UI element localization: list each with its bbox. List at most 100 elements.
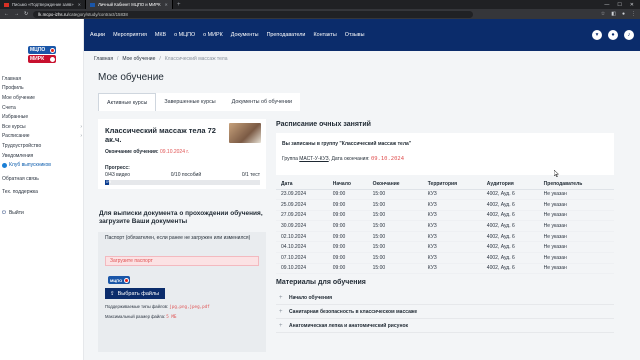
sidebar-item-label: Избранные xyxy=(2,114,29,121)
sidebar-item-label: Все курсы xyxy=(2,123,26,130)
menu-dots-icon[interactable]: ⋮ xyxy=(631,11,636,17)
sidebar-item-profile[interactable]: Профиль xyxy=(2,84,82,94)
breadcrumb-home[interactable]: Главная xyxy=(94,56,113,62)
end-date-label: Окончание обучения: xyxy=(105,149,159,155)
logout-button[interactable]: ⏻ Выйти xyxy=(2,210,24,216)
table-row: 02.10.2024 09:00 15:00 КУЗ 4002, Ауд. 6 Не ук… xyxy=(276,231,614,243)
nav-link-events[interactable]: Мероприятия xyxy=(113,32,147,38)
expand-icon: + xyxy=(279,308,283,315)
nav-link-about-mirk[interactable]: о МИРК xyxy=(203,32,223,38)
url-field[interactable]: lk.mcpo-izhs.ru /category/study/contract… xyxy=(33,10,474,18)
address-bar-row: ← → ↻ lk.mcpo-izhs.ru /category/study/co… xyxy=(0,9,640,19)
schedule-section: Расписание очных занятий Вы записаны в г… xyxy=(274,119,614,275)
browser-tab-title: Личный Кабинет МЦПО и МИРК xyxy=(98,2,161,7)
browser-toolbar: ☆ ◧ ● ⋮ xyxy=(601,11,636,17)
forward-icon[interactable]: → xyxy=(14,11,19,17)
profile-icon[interactable]: ● xyxy=(622,11,625,17)
choose-files-button[interactable]: ⇪ Выбрать файлы xyxy=(105,288,165,299)
logo-text: МЦПО xyxy=(110,277,123,283)
nav-link-promotions[interactable]: Акции xyxy=(90,32,105,38)
materials-item[interactable]: + Начало обучения xyxy=(276,291,614,305)
close-window-icon[interactable]: ✕ xyxy=(630,2,634,8)
nav-link-teachers[interactable]: Преподаватели xyxy=(267,32,306,38)
upload-icon: ⇪ xyxy=(110,290,115,297)
sidebar-item-favorites[interactable]: Избранные xyxy=(2,112,82,122)
nav-link-about-mcpo[interactable]: о МЦПО xyxy=(174,32,195,38)
sidebar: МЦПО МИРК Главная Профиль Мое обучение С… xyxy=(0,19,84,360)
table-cell: Не указан xyxy=(538,220,614,232)
table-cell: 23.09.2024 xyxy=(276,189,328,201)
extensions-icon[interactable]: ◧ xyxy=(611,11,616,17)
sidebar-item-my-learning[interactable]: Мое обучение xyxy=(2,93,82,103)
minimize-icon[interactable]: — xyxy=(604,2,609,8)
materials-heading: Материалы для обучения xyxy=(276,279,366,286)
breadcrumb-my-learning[interactable]: Мое обучение xyxy=(122,56,155,62)
sidebar-item-home[interactable]: Главная xyxy=(2,74,82,84)
bookmark-star-icon[interactable]: ☆ xyxy=(601,11,605,17)
tab-completed-courses[interactable]: Завершенные курсы xyxy=(156,93,223,111)
table-cell: 09:00 xyxy=(327,231,368,243)
table-cell: 09:00 xyxy=(327,220,368,232)
materials-item[interactable]: + Анатомическая лепка и анатомический рис… xyxy=(276,319,614,333)
course-card[interactable]: Классический массаж тела 72 ак.ч. Оконча… xyxy=(98,119,266,189)
sidebar-item-all-courses[interactable]: Все курсы › xyxy=(2,122,82,132)
group-end-date: 09.10.2024 xyxy=(370,156,405,162)
table-cell: Не указан xyxy=(538,252,614,264)
group-end-label: , Дата окончания: xyxy=(328,156,370,162)
browser-tab-active[interactable]: Личный Кабинет МЦПО и МИРК ✕ xyxy=(86,0,174,9)
sidebar-item-label: Тех. поддержка xyxy=(2,189,38,196)
supported-types: Поддерживаемые типы файлов: jpg,png,jpeg… xyxy=(105,304,210,309)
nav-link-mkv[interactable]: МКВ xyxy=(155,32,166,38)
logo-text: МЦПО xyxy=(30,47,46,53)
sidebar-item-support[interactable]: Тех. поддержка xyxy=(2,188,82,198)
table-cell: 4002, Ауд. 6 xyxy=(481,263,539,275)
nav-link-documents[interactable]: Документы xyxy=(231,32,259,38)
tab-active-courses[interactable]: Активные курсы xyxy=(98,93,157,111)
sidebar-item-feedback[interactable]: Обратная связь xyxy=(2,174,82,184)
site-top-nav: Акции Мероприятия МКВ о МЦПО о МИРК Доку… xyxy=(84,19,640,51)
sidebar-item-invoices[interactable]: Счета xyxy=(2,103,82,113)
table-cell: 4002, Ауд. 6 xyxy=(481,189,539,201)
tab-bar: Активные курсы Завершенные курсы Докумен… xyxy=(98,93,300,111)
table-cell: Не указан xyxy=(538,241,614,254)
table-cell: 15:00 xyxy=(367,241,423,254)
back-icon[interactable]: ← xyxy=(4,11,9,17)
table-cell: 09:00 xyxy=(327,241,368,254)
tab-education-documents[interactable]: Документы об обучении xyxy=(224,93,300,111)
progress-bar-fill: 0% xyxy=(105,180,112,185)
window-controls: — ☐ ✕ xyxy=(604,2,640,8)
materials-item[interactable]: + Санитарная безопасность в классическом … xyxy=(276,305,614,319)
reload-icon[interactable]: ↻ xyxy=(24,11,28,17)
sidebar-item-schedule[interactable]: Расписание › xyxy=(2,132,82,142)
page-title: Мое обучение xyxy=(98,72,164,83)
table-cell: 4002, Ауд. 6 xyxy=(481,210,539,222)
sidebar-item-alumni-club[interactable]: Клуб выпускников xyxy=(2,160,82,170)
choose-files-label: Выбрать файлы xyxy=(117,290,160,297)
sidebar-item-notifications[interactable]: Уведомления xyxy=(2,151,82,161)
new-tab-button[interactable]: + xyxy=(173,2,185,8)
maximize-icon[interactable]: ☐ xyxy=(617,2,621,8)
close-icon[interactable]: ✕ xyxy=(78,2,82,7)
close-icon[interactable]: ✕ xyxy=(165,2,169,7)
materials-section: Материалы для обучения + Начало обучения … xyxy=(274,275,614,360)
table-cell: Не указан xyxy=(538,210,614,222)
notifications-icon[interactable]: ♪ xyxy=(624,30,634,40)
site-logo[interactable]: МЦПО МИРК xyxy=(28,46,56,64)
sidebar-item-label: Мое обучение xyxy=(2,94,35,101)
types-value: jpg,png,jpeg,pdf xyxy=(169,304,210,309)
browser-tab[interactable]: Письмо «Подтверждение заяв» ✕ xyxy=(0,0,87,9)
table-cell: 09:00 xyxy=(327,263,368,275)
course-title[interactable]: Классический массаж тела 72 ак.ч. xyxy=(105,126,223,144)
tests-count: 0/1 тест xyxy=(241,172,260,178)
sidebar-item-employment[interactable]: Трудоустройство xyxy=(2,141,82,151)
user-icon[interactable]: ● xyxy=(608,30,618,40)
nav-link-reviews[interactable]: Отзывы xyxy=(345,32,365,38)
table-row: 09.10.2024 09:00 15:00 КУЗ 4002, Ауд. 6 Не ук… xyxy=(276,263,614,275)
nav-link-contacts[interactable]: Контакты xyxy=(313,32,336,38)
progress-stats: 0/43 видео 0/10 пособий 0/1 тест xyxy=(105,172,260,178)
group-code-link[interactable]: МАСТ-У-КУЗ xyxy=(299,156,328,162)
table-cell: 4002, Ауд. 6 xyxy=(481,241,539,254)
cart-icon[interactable]: ▾ xyxy=(592,30,602,40)
browser-tab-title: Письмо «Подтверждение заяв» xyxy=(12,2,74,7)
table-cell: 15:00 xyxy=(367,220,423,232)
